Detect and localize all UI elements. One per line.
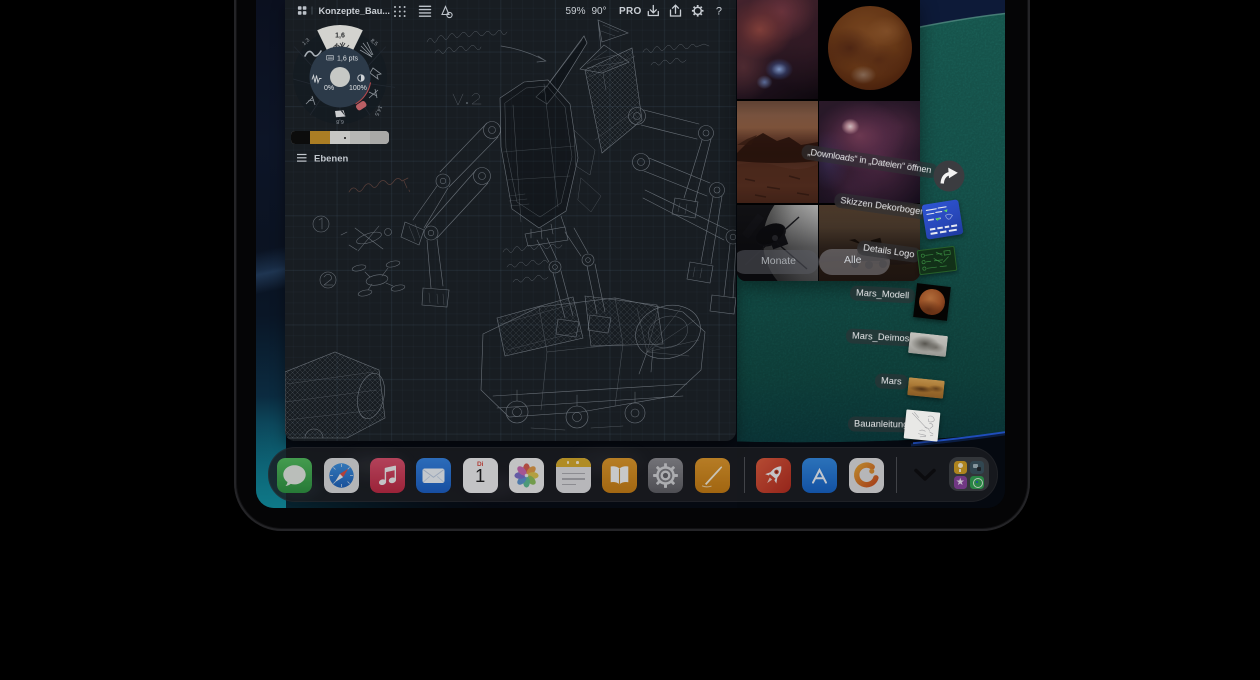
svg-text:Konzepte_Bau...: Konzepte_Bau... <box>319 6 390 16</box>
svg-text:1,6 pts: 1,6 pts <box>337 55 359 62</box>
svg-text:?: ? <box>716 6 722 18</box>
svg-text:PRO: PRO <box>619 6 642 17</box>
svg-text:0%: 0% <box>324 84 334 91</box>
svg-text:1,6: 1,6 <box>335 32 345 39</box>
svg-text:59%: 59% <box>565 6 585 17</box>
svg-text:100%: 100% <box>349 84 367 91</box>
svg-text:6,8: 6,8 <box>336 118 344 124</box>
svg-text:Ebenen: Ebenen <box>314 154 349 165</box>
svg-text:90°: 90° <box>591 6 606 17</box>
